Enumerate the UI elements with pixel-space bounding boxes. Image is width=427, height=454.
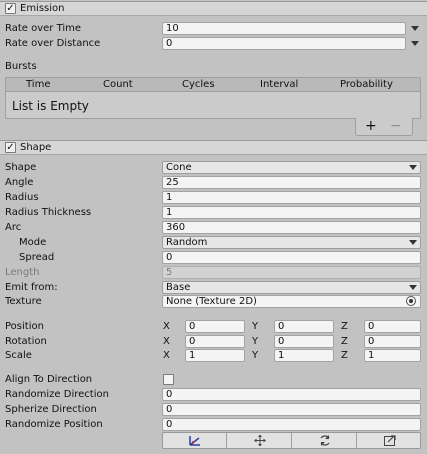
shape-type-label: Shape — [5, 162, 37, 173]
spherize-direction-label: Spherize Direction — [5, 404, 97, 415]
bursts-list: Time Count Cycles Interval Probability L… — [5, 77, 421, 119]
move-icon — [253, 434, 266, 447]
bursts-col-count: Count — [103, 79, 133, 90]
edit-shape-icon — [188, 436, 200, 446]
bursts-col-interval: Interval — [260, 79, 299, 90]
emission-title: Emission — [20, 3, 65, 14]
spherize-direction-field[interactable]: 0 — [162, 403, 421, 416]
rotate-button[interactable] — [293, 433, 357, 448]
emit-from-value: Base — [166, 282, 191, 293]
position-y-field[interactable]: 0 — [274, 320, 334, 333]
mode-value: Random — [166, 237, 208, 248]
length-field: 5 — [162, 266, 421, 279]
spread-field[interactable]: 0 — [162, 251, 421, 264]
radius-thickness-field[interactable]: 1 — [162, 206, 421, 219]
radius-field[interactable]: 1 — [162, 191, 421, 204]
scale-button[interactable] — [358, 433, 422, 448]
move-button[interactable] — [228, 433, 292, 448]
length-label: Length — [5, 267, 40, 278]
emit-from-label: Emit from: — [5, 282, 58, 293]
angle-field[interactable]: 25 — [162, 176, 421, 189]
emit-from-dropdown[interactable]: Base — [162, 281, 421, 294]
scale-y-label: Y — [252, 350, 259, 361]
shape-type-value: Cone — [166, 162, 192, 173]
scale-z-field[interactable]: 1 — [364, 349, 421, 362]
scale-y-field[interactable]: 1 — [274, 349, 334, 362]
spread-label: Spread — [19, 252, 55, 263]
position-x-label: X — [163, 321, 170, 332]
rate-over-time-field[interactable]: 10 — [162, 22, 406, 35]
rate-over-distance-label: Rate over Distance — [5, 38, 101, 49]
randomize-direction-label: Randomize Direction — [5, 389, 109, 400]
texture-field[interactable]: None (Texture 2D) — [162, 295, 421, 308]
remove-burst-button[interactable]: − — [390, 118, 402, 134]
angle-label: Angle — [5, 177, 34, 188]
rotation-label: Rotation — [5, 336, 47, 347]
rotation-z-field[interactable]: 0 — [364, 335, 421, 348]
texture-label: Texture — [5, 296, 42, 307]
position-x-field[interactable]: 0 — [185, 320, 245, 333]
align-to-direction-checkbox[interactable] — [163, 374, 174, 385]
rate-over-distance-curve-dropdown-icon[interactable] — [411, 41, 419, 46]
scale-x-field[interactable]: 1 — [185, 349, 245, 362]
radius-thickness-label: Radius Thickness — [5, 207, 92, 218]
shape-title: Shape — [20, 142, 52, 153]
rotate-icon — [320, 435, 329, 446]
shape-gizmo-toolbar — [162, 432, 421, 449]
shape-type-chevron-icon — [409, 165, 417, 170]
position-y-label: Y — [252, 321, 259, 332]
position-z-field[interactable]: 0 — [364, 320, 421, 333]
scale-icon — [384, 435, 396, 446]
add-burst-button[interactable]: + — [365, 118, 377, 134]
bursts-col-probability: Probability — [340, 79, 393, 90]
arc-field[interactable]: 360 — [162, 221, 421, 234]
rate-over-time-curve-dropdown-icon[interactable] — [411, 26, 419, 31]
scale-x-label: X — [163, 350, 170, 361]
align-to-direction-label: Align To Direction — [5, 374, 93, 385]
rate-over-distance-field[interactable]: 0 — [162, 37, 406, 50]
shape-type-dropdown[interactable]: Cone — [162, 161, 421, 174]
shape-enable-checkbox[interactable]: ✓ — [5, 142, 16, 153]
position-label: Position — [5, 321, 44, 332]
emit-from-chevron-icon — [409, 285, 417, 290]
arc-label: Arc — [5, 222, 22, 233]
rotation-x-field[interactable]: 0 — [185, 335, 245, 348]
scale-label: Scale — [5, 350, 32, 361]
bursts-empty-text: List is Empty — [12, 99, 89, 113]
object-picker-icon[interactable] — [406, 296, 416, 306]
emission-header[interactable]: ✓ Emission — [0, 1, 427, 16]
edit-shape-button[interactable] — [163, 433, 227, 448]
randomize-position-label: Randomize Position — [5, 419, 103, 430]
bursts-col-time: Time — [26, 79, 51, 90]
rotation-x-label: X — [163, 336, 170, 347]
bursts-col-cycles: Cycles — [182, 79, 215, 90]
position-z-label: Z — [341, 321, 348, 332]
rate-over-time-label: Rate over Time — [5, 23, 82, 34]
emission-enable-checkbox[interactable]: ✓ — [5, 3, 16, 14]
rotation-z-label: Z — [341, 336, 348, 347]
bursts-add-remove: + − — [355, 118, 413, 136]
mode-label: Mode — [19, 237, 47, 248]
mode-dropdown[interactable]: Random — [162, 236, 421, 249]
radius-label: Radius — [5, 192, 39, 203]
scale-z-label: Z — [341, 350, 348, 361]
shape-header[interactable]: ✓ Shape — [0, 140, 427, 155]
mode-chevron-icon — [409, 240, 417, 245]
rotation-y-field[interactable]: 0 — [274, 335, 334, 348]
randomize-position-field[interactable]: 0 — [162, 418, 421, 431]
bursts-label: Bursts — [5, 61, 37, 72]
rotation-y-label: Y — [252, 336, 259, 347]
bursts-header-row: Time Count Cycles Interval Probability — [6, 78, 420, 92]
randomize-direction-field[interactable]: 0 — [162, 388, 421, 401]
